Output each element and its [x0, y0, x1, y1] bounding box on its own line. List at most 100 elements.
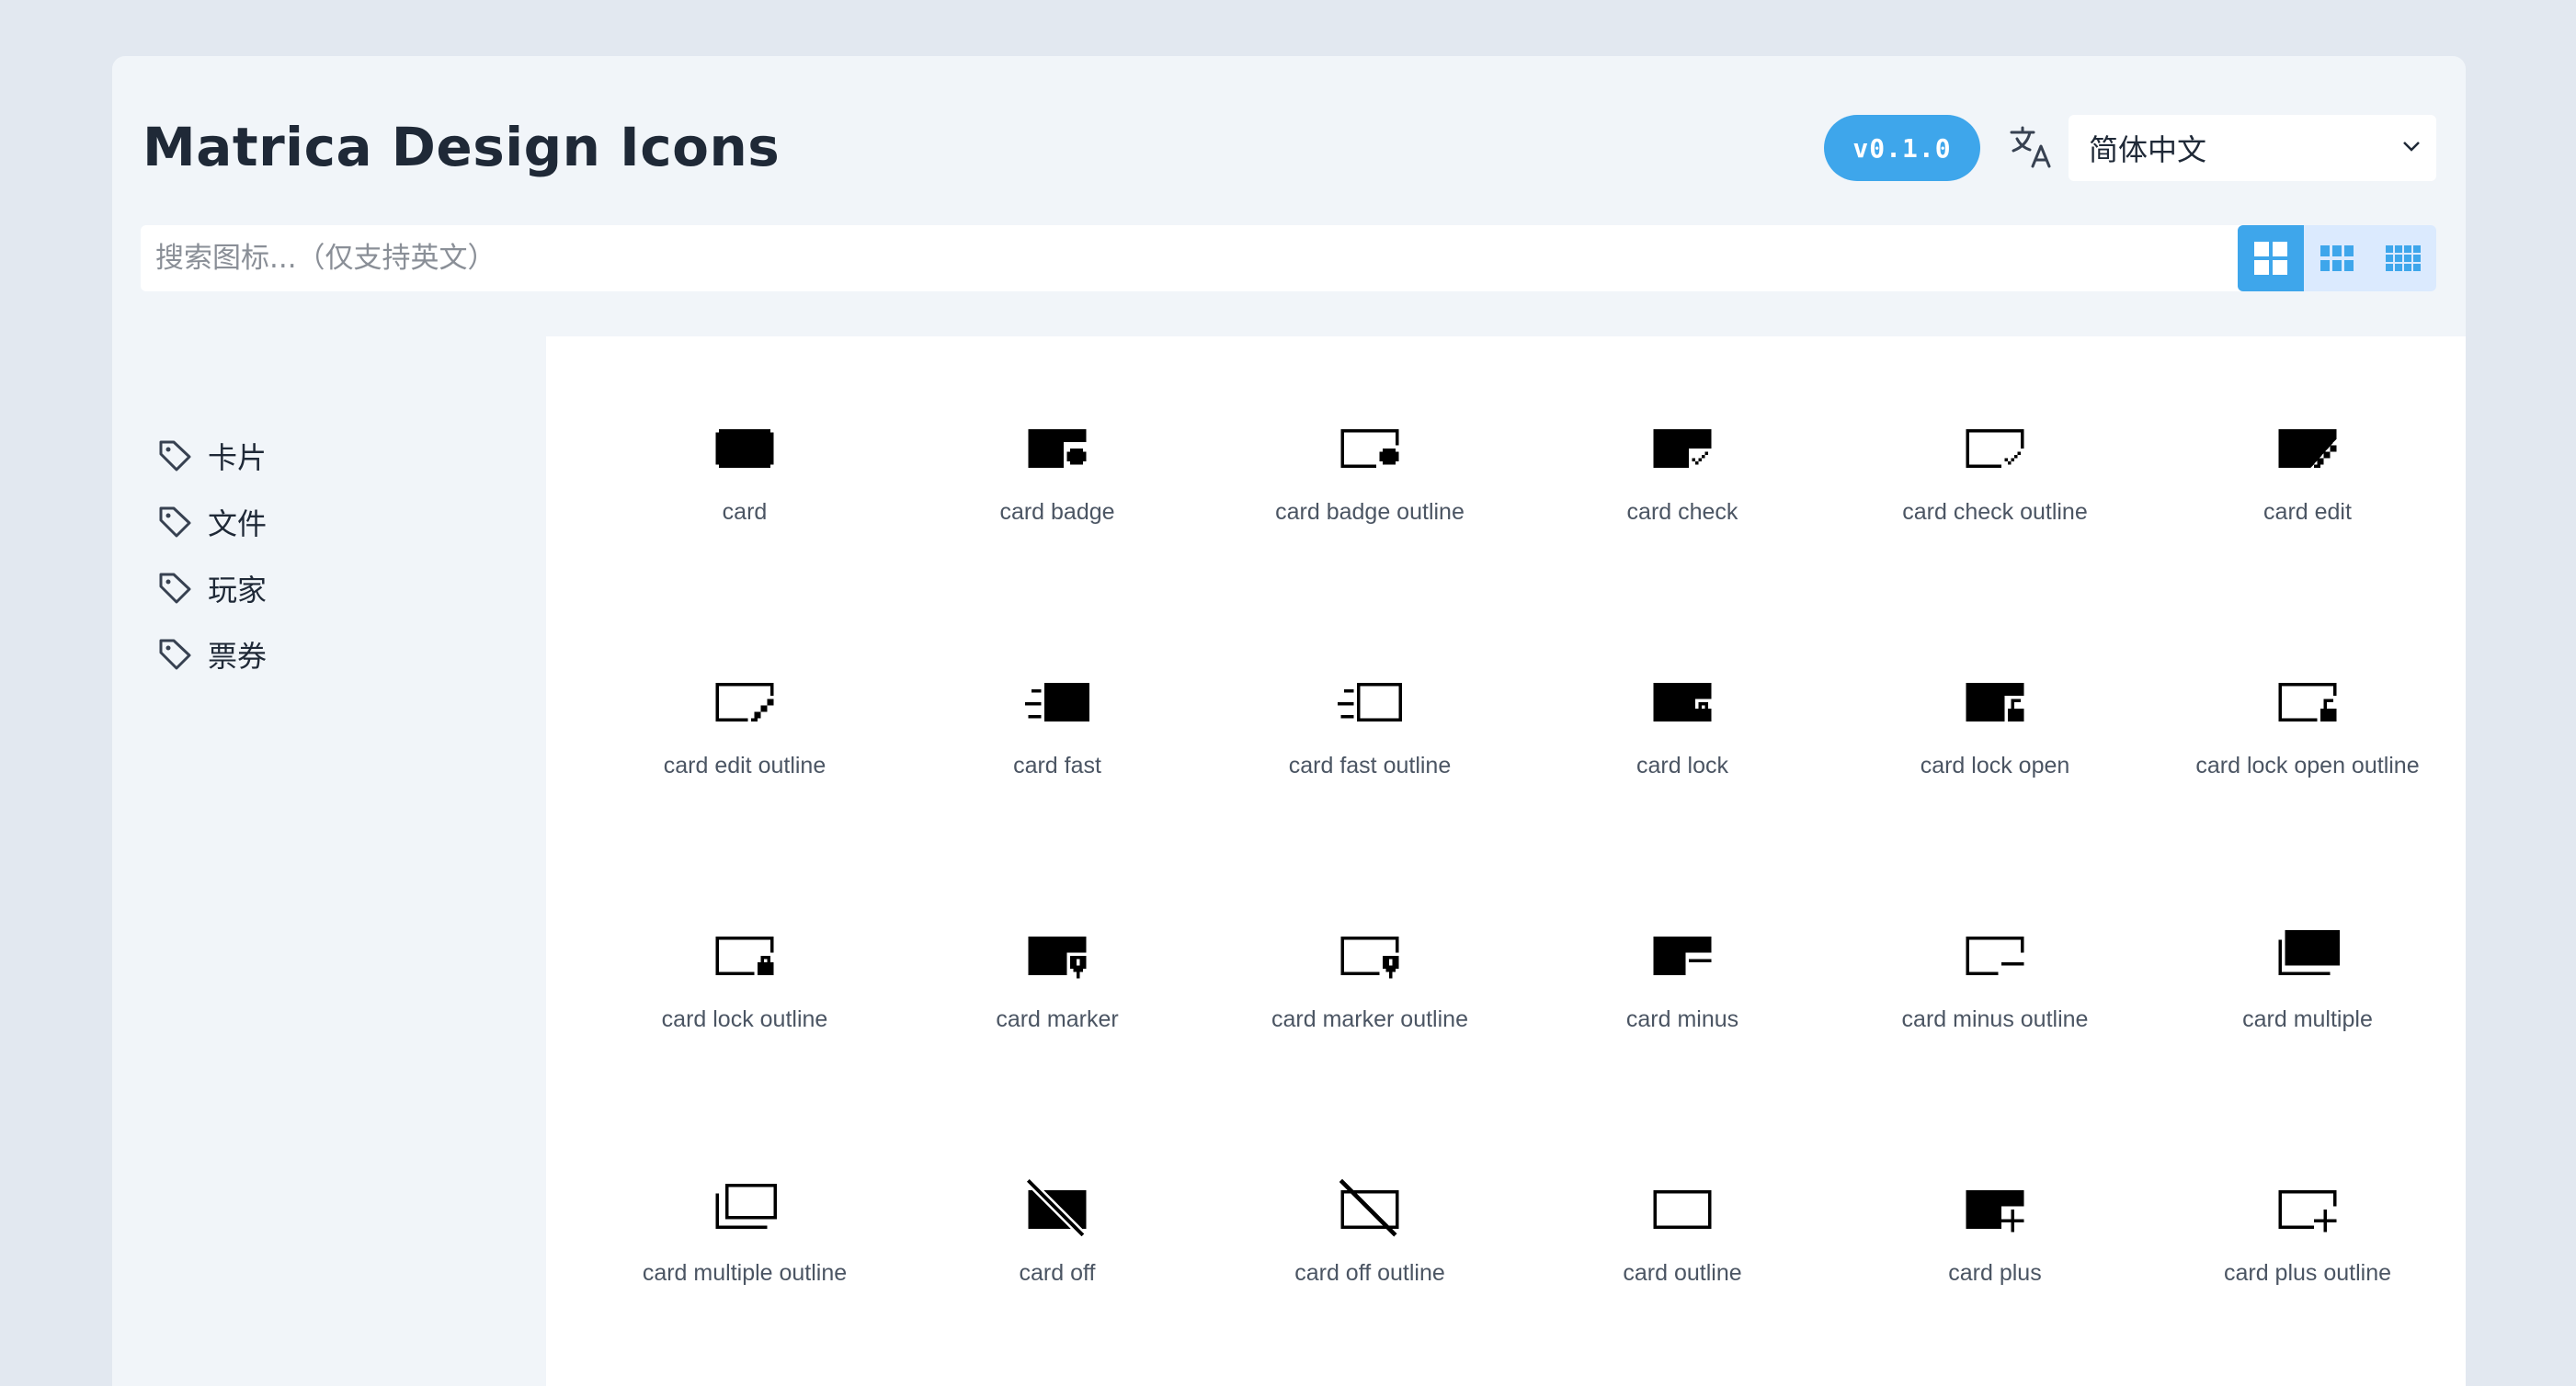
icon-card-card-edit[interactable]: card edit	[2170, 336, 2445, 539]
card-icon	[715, 429, 774, 468]
icon-name: card plus outline	[2223, 1260, 2392, 1286]
icon-card-card-fast-outline[interactable]: card fast outline	[1232, 590, 1508, 792]
version-badge: v0.1.0	[1824, 115, 1980, 181]
icon-card-card[interactable]: card	[607, 336, 883, 539]
translate-icon	[2010, 126, 2051, 168]
sidebar-item-files[interactable]: 文件	[158, 501, 267, 543]
icon-name: card edit	[2263, 499, 2352, 525]
sidebar-item-label: 卡片	[208, 440, 268, 475]
icon-name: card badge outline	[1275, 499, 1465, 525]
icon-name: card edit outline	[663, 753, 826, 778]
icon-card-card-multiple-outline[interactable]: card multiple outline	[607, 1097, 883, 1300]
app-window: Matrica Design Icons v0.1.0 简体中文 搜索图标...…	[112, 56, 2466, 1386]
icon-card-card-lock-outline[interactable]: card lock outline	[607, 844, 883, 1046]
icon-name: card minus outline	[1901, 1006, 2089, 1032]
card-check-icon	[1653, 429, 1712, 468]
icon-name: card check outline	[1902, 499, 2088, 525]
icon-card-card-multiple[interactable]: card multiple	[2170, 844, 2445, 1046]
sidebar-item-label: 票券	[208, 639, 268, 674]
sidebar-item-players[interactable]: 玩家	[158, 567, 267, 609]
icon-card-card-marker[interactable]: card marker	[919, 844, 1195, 1046]
icon-card-card-minus[interactable]: card minus	[1544, 844, 1820, 1046]
card-off-outline-icon	[1339, 1178, 1399, 1237]
sidebar-item-label: 文件	[208, 506, 268, 541]
icon-card-card-marker-outline[interactable]: card marker outline	[1232, 844, 1508, 1046]
icon-card-card-lock-open-outline[interactable]: card lock open outline	[2170, 590, 2445, 792]
icon-card-card-outline[interactable]: card outline	[1544, 1097, 1820, 1300]
view-medium-grid-button[interactable]	[2304, 225, 2370, 291]
tag-icon	[159, 573, 191, 604]
icon-name: card marker outline	[1271, 1006, 1468, 1032]
card-marker-icon	[1028, 937, 1087, 979]
view-small-grid-button[interactable]	[2370, 225, 2436, 291]
sidebar-item-tickets[interactable]: 票券	[158, 633, 267, 676]
card-lock-open-outline-icon	[2278, 683, 2337, 721]
sidebar-item-cards[interactable]: 卡片	[158, 435, 267, 477]
icon-name: card multiple	[2242, 1006, 2373, 1032]
card-minus-outline-icon	[1966, 937, 2024, 975]
language-selected-value: 简体中文	[2089, 132, 2207, 167]
icon-grid: card card badge card badge outline card …	[546, 336, 2466, 1386]
card-fast-outline-icon	[1338, 683, 1402, 721]
icon-name: card off	[1019, 1260, 1096, 1286]
view-mode-toggle	[2238, 225, 2436, 291]
icon-name: card fast	[1013, 753, 1101, 778]
icon-card-card-badge[interactable]: card badge	[919, 336, 1195, 539]
icon-name: card fast outline	[1288, 753, 1452, 778]
icon-name: card plus	[1948, 1260, 2042, 1286]
icon-card-card-off[interactable]: card off	[919, 1097, 1195, 1300]
icon-name: card check	[1626, 499, 1738, 525]
card-multiple-outline-icon	[715, 1184, 777, 1229]
icon-card-card-fast[interactable]: card fast	[919, 590, 1195, 792]
icon-card-card-edit-outline[interactable]: card edit outline	[607, 590, 883, 792]
icon-name: card	[722, 499, 768, 525]
icon-name: card minus	[1625, 1006, 1739, 1032]
header: Matrica Design Icons v0.1.0 简体中文	[112, 56, 2466, 336]
sidebar-item-label: 玩家	[208, 573, 268, 608]
icon-card-card-check-outline[interactable]: card check outline	[1857, 336, 2133, 539]
chevron-down-icon	[2403, 142, 2420, 152]
grid-small-icon	[2386, 245, 2421, 271]
card-edit-icon	[2278, 429, 2337, 468]
grid-medium-icon	[2320, 245, 2354, 271]
card-edit-outline-icon	[715, 683, 774, 721]
icon-card-card-check[interactable]: card check	[1544, 336, 1820, 539]
card-minus-icon	[1653, 937, 1712, 975]
card-lock-outline-icon	[715, 937, 774, 975]
icon-name: card lock open outline	[2195, 753, 2420, 778]
card-plus-icon	[1966, 1190, 2024, 1233]
icon-name: card off outline	[1294, 1260, 1445, 1286]
tag-icon	[159, 440, 191, 471]
icon-name: card lock open	[1920, 753, 2070, 778]
icon-name: card outline	[1623, 1260, 1742, 1286]
card-badge-icon	[1028, 429, 1087, 468]
icon-name: card lock outline	[661, 1006, 828, 1032]
icon-name: card badge	[999, 499, 1115, 525]
icon-name: card multiple outline	[642, 1260, 848, 1286]
card-off-icon	[1025, 1177, 1087, 1239]
search-input[interactable]	[141, 225, 2320, 291]
card-check-outline-icon	[1966, 429, 2024, 468]
card-marker-outline-icon	[1340, 937, 1399, 979]
view-large-grid-button[interactable]	[2238, 225, 2304, 291]
card-outline-icon	[1653, 1190, 1712, 1229]
language-select[interactable]: 简体中文	[2069, 115, 2436, 181]
icon-card-card-lock-open[interactable]: card lock open	[1857, 590, 2133, 792]
icon-card-card-plus-outline[interactable]: card plus outline	[2170, 1097, 2445, 1300]
icon-card-card-badge-outline[interactable]: card badge outline	[1232, 336, 1508, 539]
card-plus-outline-icon	[2278, 1190, 2337, 1233]
icon-card-card-minus-outline[interactable]: card minus outline	[1857, 844, 2133, 1046]
icon-card-card-off-outline[interactable]: card off outline	[1232, 1097, 1508, 1300]
tag-icon	[159, 639, 191, 670]
icon-name: card marker	[996, 1006, 1119, 1032]
icon-card-card-lock[interactable]: card lock	[1544, 590, 1820, 792]
sidebar: 卡片 文件 玩家 票券	[112, 336, 546, 1386]
tag-icon	[159, 506, 191, 538]
card-lock-icon	[1653, 683, 1712, 721]
page-title: Matrica Design Icons	[142, 116, 781, 178]
card-multiple-icon	[2278, 930, 2340, 975]
card-badge-outline-icon	[1340, 429, 1399, 468]
icon-card-card-plus[interactable]: card plus	[1857, 1097, 2133, 1300]
card-fast-icon	[1025, 683, 1089, 721]
card-lock-open-icon	[1966, 683, 2024, 721]
